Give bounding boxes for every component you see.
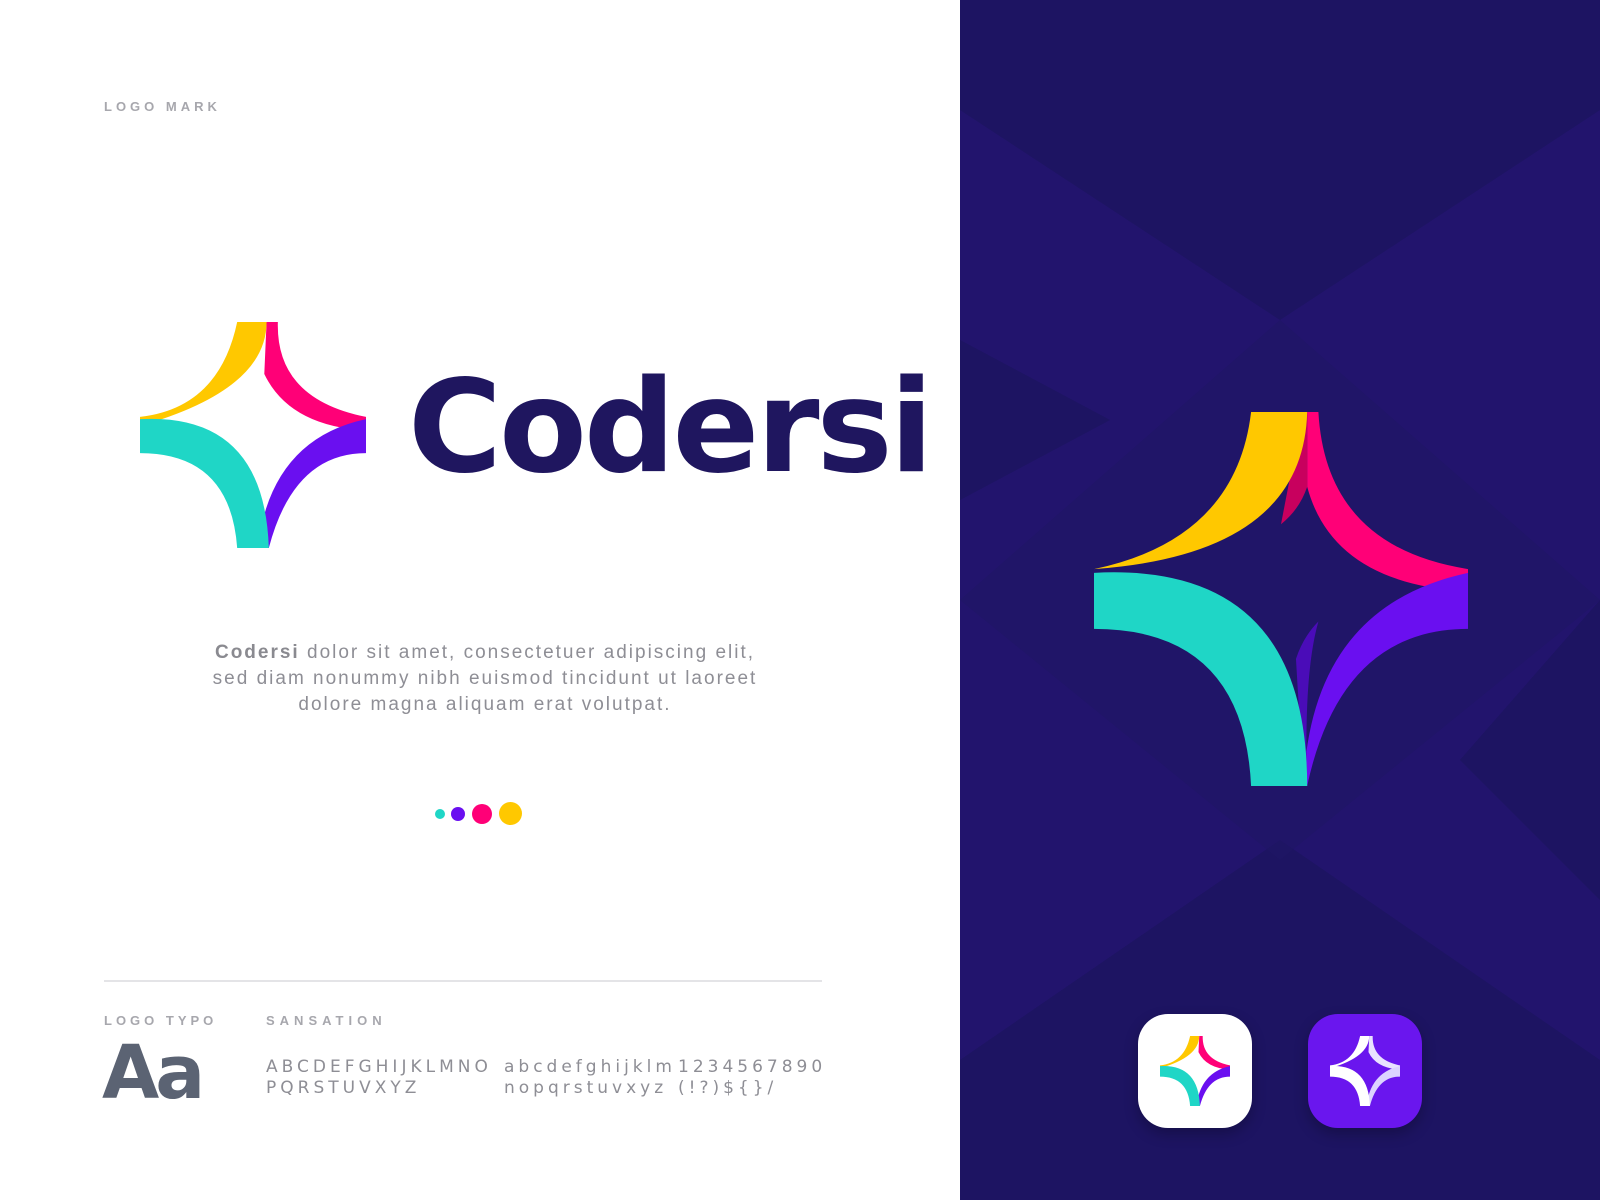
- lowercase-line2: nopqrstuvxyz: [504, 1078, 668, 1098]
- yellow-petal: [140, 322, 267, 426]
- uppercase-glyphs: ABCDEFGHIJKLMNO PQRSTUVXYZ: [266, 1057, 492, 1099]
- font-sample-aa: Aa: [102, 1030, 205, 1116]
- lowercase-line1: abcdefghijklm: [504, 1057, 676, 1077]
- digits-line2: (!?)${}/: [678, 1078, 778, 1098]
- description-brand: Codersi: [214, 642, 300, 663]
- palette-dot-yellow: [499, 802, 522, 825]
- description-line2: sed diam nonummy nibh euismod tincidunt …: [212, 668, 758, 689]
- section-divider: [104, 980, 822, 982]
- brand-wordmark: Codersi: [408, 353, 933, 502]
- uppercase-line1: ABCDEFGHIJKLMNO: [266, 1057, 492, 1077]
- palette-dot-teal: [435, 809, 445, 819]
- description-line3: dolore magna aliquam erat volutpat.: [298, 694, 672, 715]
- color-palette: [435, 800, 545, 825]
- font-name: SANSATION: [266, 1013, 387, 1028]
- pink-petal: [264, 322, 366, 431]
- logo-typo-label: LOGO TYPO: [104, 1013, 218, 1028]
- brand-description: Codersi dolor sit amet, consectetuer adi…: [140, 640, 830, 718]
- large-star-logo-icon: [1094, 412, 1468, 786]
- star-logo-icon: [140, 322, 366, 548]
- palette-dot-pink: [472, 804, 492, 824]
- white-star-mark-icon: [1330, 1036, 1400, 1106]
- lowercase-glyphs: abcdefghijklm nopqrstuvxyz: [504, 1057, 676, 1099]
- palette-dot-purple: [451, 807, 465, 821]
- digit-glyphs: 1234567890 (!?)${}/: [678, 1057, 826, 1099]
- app-icon-purple: [1308, 1014, 1422, 1128]
- brand-presentation-panel: LOGO MARK Codersi Codersi dolor sit amet…: [0, 0, 960, 1200]
- logo-mark-label: LOGO MARK: [104, 99, 221, 114]
- colored-star-mark-icon: [1160, 1036, 1230, 1106]
- teal-petal: [140, 418, 269, 548]
- logo-lockup: Codersi: [140, 322, 933, 552]
- purple-petal: [257, 419, 366, 548]
- logo-showcase-panel: [960, 0, 1600, 1200]
- uppercase-line2: PQRSTUVXYZ: [266, 1078, 421, 1098]
- description-line1: dolor sit amet, consectetuer adipiscing …: [299, 642, 756, 663]
- digits-line1: 1234567890: [678, 1057, 827, 1077]
- app-icon-light: [1138, 1014, 1252, 1128]
